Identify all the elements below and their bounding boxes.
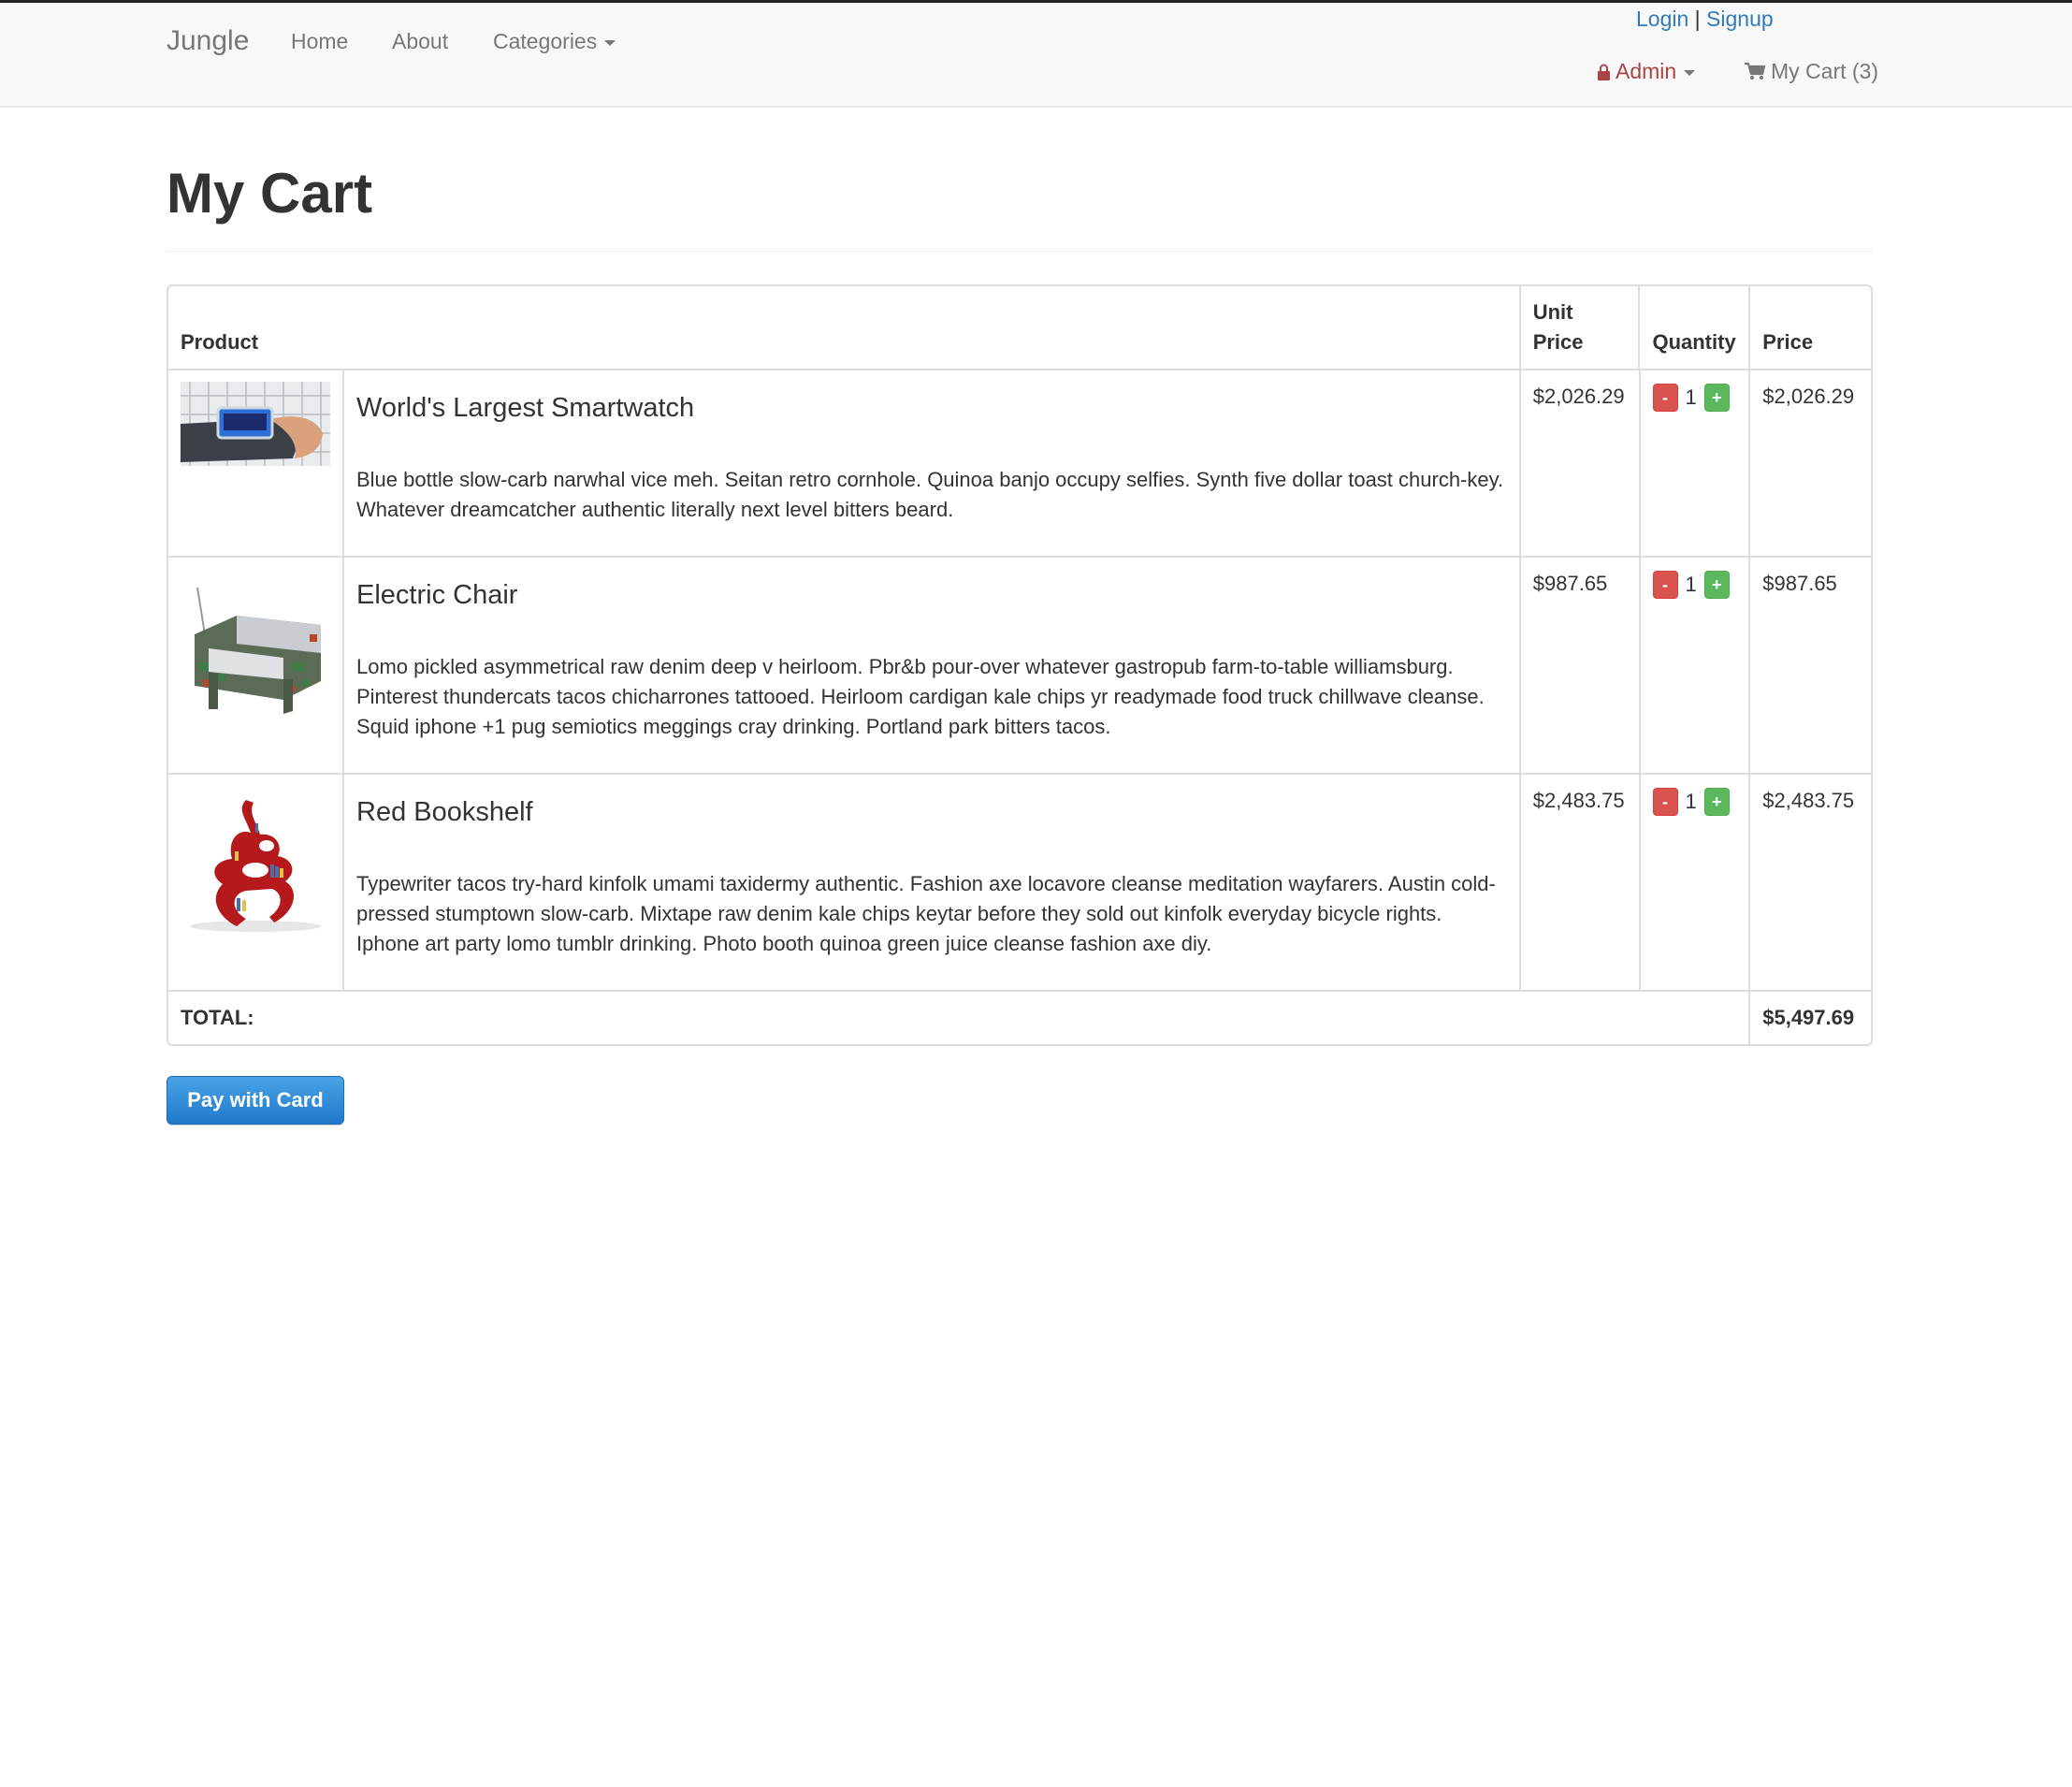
login-link[interactable]: Login xyxy=(1636,7,1688,31)
quantity-cell: - 1 + xyxy=(1641,370,1751,556)
my-cart-link[interactable]: My Cart (3) xyxy=(1745,59,1878,84)
quantity-cell: - 1 + xyxy=(1641,775,1751,990)
navbar: Jungle Home About Categories Login | Sig… xyxy=(0,0,2072,108)
table-row: Red Bookshelf Typewriter tacos try-hard … xyxy=(168,775,1871,992)
decrease-quantity-button[interactable]: - xyxy=(1652,384,1678,412)
header-unit-price: Unit Price xyxy=(1521,286,1641,369)
product-name[interactable]: World's Largest Smartwatch xyxy=(356,393,1507,424)
line-price: $987.65 xyxy=(1762,572,1837,595)
product-info-cell: Red Bookshelf Typewriter tacos try-hard … xyxy=(344,775,1521,990)
quantity-value: 1 xyxy=(1685,790,1697,813)
shopping-cart-icon xyxy=(1745,62,1765,80)
increase-quantity-button[interactable]: + xyxy=(1703,571,1730,599)
nav-categories-label: Categories xyxy=(493,29,598,53)
total-label: TOTAL: xyxy=(168,992,1751,1044)
product-info-cell: World's Largest Smartwatch Blue bottle s… xyxy=(344,370,1521,556)
header-price: Price xyxy=(1762,330,1814,354)
unit-price: $987.65 xyxy=(1521,558,1641,773)
total-value: $5,497.69 xyxy=(1762,1006,1855,1029)
nav-home[interactable]: Home xyxy=(291,29,348,54)
table-header-row: Product Unit Price Quantity Price xyxy=(168,286,1871,370)
decrease-quantity-button[interactable]: - xyxy=(1652,571,1678,599)
product-description: Blue bottle slow-carb narwhal vice meh. … xyxy=(356,468,1504,521)
page-title: My Cart xyxy=(167,162,373,225)
red-bookshelf-image[interactable] xyxy=(181,786,330,936)
header-product: Product xyxy=(168,286,1521,369)
table-row: Electric Chair Lomo pickled asymmetrical… xyxy=(168,558,1871,775)
unit-price: $2,026.29 xyxy=(1521,370,1641,556)
smartwatch-image[interactable] xyxy=(181,382,330,466)
admin-label: Admin xyxy=(1616,59,1677,83)
brand-link[interactable]: Jungle xyxy=(167,25,249,57)
increase-quantity-button[interactable]: + xyxy=(1703,384,1730,412)
caret-down-icon xyxy=(1684,69,1696,76)
nav-about[interactable]: About xyxy=(392,29,448,54)
quantity-value: 1 xyxy=(1685,385,1697,409)
product-name[interactable]: Red Bookshelf xyxy=(356,797,1507,828)
table-row: World's Largest Smartwatch Blue bottle s… xyxy=(168,370,1871,558)
title-divider xyxy=(167,251,1873,252)
cart-table: Product Unit Price Quantity Price World'… xyxy=(167,284,1873,1046)
quantity-value: 1 xyxy=(1685,573,1697,596)
line-price: $2,026.29 xyxy=(1762,385,1855,408)
product-description: Typewriter tacos try-hard kinfolk umami … xyxy=(356,872,1496,955)
product-info-cell: Electric Chair Lomo pickled asymmetrical… xyxy=(344,558,1521,773)
auth-separator: | xyxy=(1694,7,1701,31)
product-image-cell xyxy=(168,775,344,990)
decrease-quantity-button[interactable]: - xyxy=(1652,788,1678,816)
line-price: $2,483.75 xyxy=(1762,789,1855,812)
admin-dropdown[interactable]: Admin xyxy=(1598,59,1696,84)
product-image-cell xyxy=(168,370,344,556)
header-quantity: Quantity xyxy=(1640,286,1751,369)
quantity-cell: - 1 + xyxy=(1641,558,1751,773)
my-cart-label: My Cart (3) xyxy=(1771,59,1878,83)
electric-chair-image[interactable] xyxy=(181,569,330,719)
caret-down-icon xyxy=(604,39,616,46)
product-description: Lomo pickled asymmetrical raw denim deep… xyxy=(356,655,1485,738)
increase-quantity-button[interactable]: + xyxy=(1703,788,1730,816)
total-row: TOTAL: $5,497.69 xyxy=(168,992,1871,1044)
lock-icon xyxy=(1598,64,1610,80)
unit-price: $2,483.75 xyxy=(1521,775,1641,990)
product-image-cell xyxy=(168,558,344,773)
nav-categories[interactable]: Categories xyxy=(493,29,616,54)
pay-with-card-button[interactable]: Pay with Card xyxy=(167,1076,344,1125)
signup-link[interactable]: Signup xyxy=(1706,7,1774,31)
product-name[interactable]: Electric Chair xyxy=(356,580,1507,611)
auth-links: Login | Signup xyxy=(1636,7,1774,32)
